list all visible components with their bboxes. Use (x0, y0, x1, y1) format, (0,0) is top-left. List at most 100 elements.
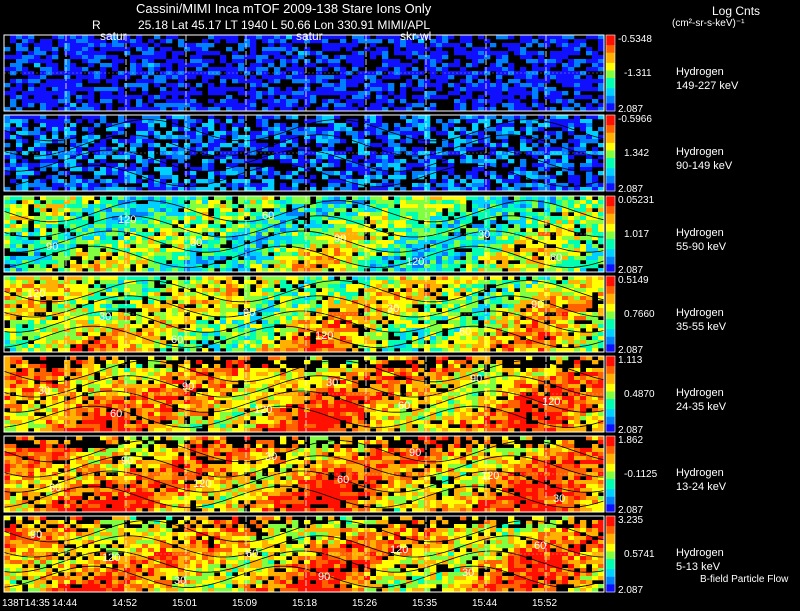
heat-cell (478, 103, 484, 107)
heat-cell (436, 35, 442, 39)
heat-cell (454, 87, 460, 91)
heat-cell (64, 119, 70, 123)
heat-cell (154, 167, 160, 171)
heat-cell (16, 280, 22, 284)
heat-cell (214, 171, 220, 175)
heat-cell (358, 216, 364, 220)
heat-cell (100, 260, 106, 264)
heat-cell (406, 224, 412, 228)
heat-cell (580, 127, 586, 131)
heat-cell (382, 200, 388, 204)
heat-cell (382, 95, 388, 99)
heat-cell (472, 55, 478, 59)
heat-cell (382, 260, 388, 264)
heat-cell (508, 147, 514, 151)
heat-cell (280, 216, 286, 220)
heat-cell (262, 119, 268, 123)
heat-cell (262, 131, 268, 135)
heat-cell (478, 131, 484, 135)
heat-cell (76, 179, 82, 183)
heat-cell (376, 284, 382, 288)
heat-cell (22, 43, 28, 47)
heat-cell (418, 103, 424, 107)
heat-cell (550, 35, 556, 39)
heat-cell (418, 296, 424, 300)
heat-cell (334, 183, 340, 187)
heat-cell (40, 147, 46, 151)
heat-cell (88, 119, 94, 123)
heat-cell (238, 183, 244, 187)
heat-cell (244, 55, 250, 59)
heat-cell (544, 87, 550, 91)
heat-cell (394, 200, 400, 204)
heat-cell (268, 87, 274, 91)
heat-cell (268, 167, 274, 171)
heat-cell (376, 159, 382, 163)
heat-cell (88, 115, 94, 119)
heat-cell (568, 280, 574, 284)
heat-cell (388, 139, 394, 143)
heat-cell (130, 204, 136, 208)
heat-cell (106, 147, 112, 151)
heat-cell (148, 55, 154, 59)
heat-cell (250, 212, 256, 216)
heat-cell (70, 292, 76, 296)
heat-cell (124, 95, 130, 99)
heat-cell (424, 115, 430, 119)
heat-cell (202, 256, 208, 260)
heat-cell (238, 196, 244, 200)
heat-cell (514, 264, 520, 268)
heat-cell (178, 252, 184, 256)
heat-cell (436, 276, 442, 280)
heat-cell (178, 83, 184, 87)
heat-cell (382, 163, 388, 167)
heat-cell (148, 139, 154, 143)
heat-cell (382, 75, 388, 79)
heat-cell (310, 183, 316, 187)
heat-cell (202, 79, 208, 83)
heat-cell (448, 43, 454, 47)
heat-cell (388, 256, 394, 260)
heat-cell (352, 131, 358, 135)
heat-cell (106, 292, 112, 296)
heat-cell (568, 63, 574, 67)
heat-cell (154, 83, 160, 87)
heat-cell (244, 143, 250, 147)
heat-cell (58, 79, 64, 83)
heat-cell (394, 252, 400, 256)
heat-cell (22, 280, 28, 284)
heat-cell (388, 208, 394, 212)
heat-cell (22, 59, 28, 63)
heat-cell (490, 280, 496, 284)
heat-cell (490, 83, 496, 87)
heat-cell (16, 143, 22, 147)
heat-cell (184, 91, 190, 95)
heat-cell (232, 292, 238, 296)
heat-cell (220, 67, 226, 71)
colorbar-segment (606, 150, 615, 153)
heat-cell (196, 67, 202, 71)
heat-cell (496, 91, 502, 95)
heat-cell (568, 139, 574, 143)
heat-cell (226, 224, 232, 228)
heat-cell (256, 55, 262, 59)
heat-cell (424, 248, 430, 252)
heat-cell (328, 87, 334, 91)
heat-cell (526, 244, 532, 248)
heat-cell (496, 252, 502, 256)
heat-cell (88, 47, 94, 51)
heat-cell (310, 296, 316, 300)
heat-cell (130, 87, 136, 91)
heat-cell (178, 115, 184, 119)
heat-cell (52, 35, 58, 39)
heat-cell (136, 240, 142, 244)
heat-cell (52, 196, 58, 200)
heat-cell (100, 55, 106, 59)
heat-cell (256, 123, 262, 127)
heat-cell (382, 99, 388, 103)
heat-cell (598, 63, 604, 67)
heat-cell (118, 256, 124, 260)
heat-cell (520, 87, 526, 91)
heat-cell (160, 252, 166, 256)
heat-cell (598, 103, 604, 107)
